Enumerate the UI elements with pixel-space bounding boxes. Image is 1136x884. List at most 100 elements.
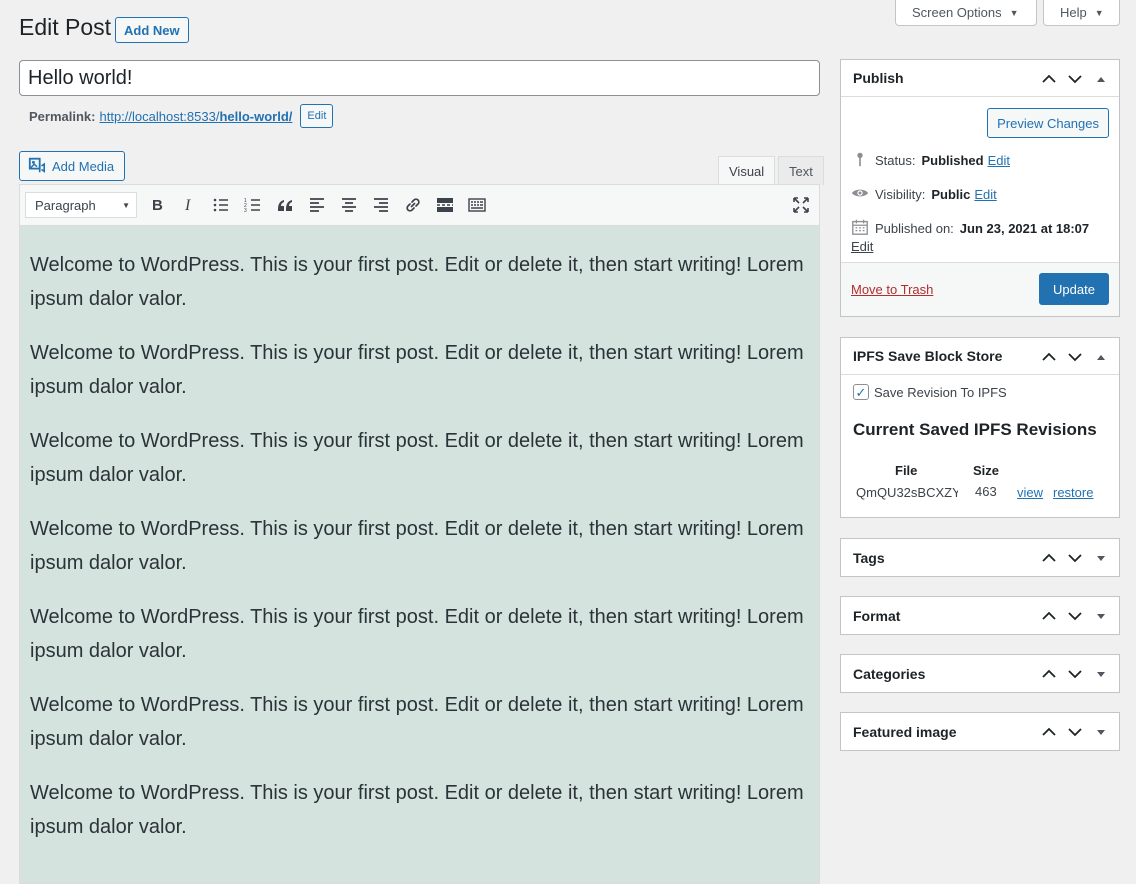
format-box-title: Format	[853, 607, 901, 624]
format-box: Format	[840, 596, 1120, 635]
preview-changes-button[interactable]: Preview Changes	[987, 108, 1109, 138]
tags-box: Tags	[840, 538, 1120, 577]
status-edit-link[interactable]: Edit	[988, 153, 1010, 168]
revision-size: 463	[975, 484, 997, 499]
move-up-icon[interactable]	[1039, 606, 1059, 626]
move-down-icon[interactable]	[1065, 664, 1085, 684]
editor-content[interactable]: Welcome to WordPress. This is your first…	[20, 226, 819, 844]
publish-box-title: Publish	[853, 70, 904, 86]
revisions-heading: Current Saved IPFS Revisions	[853, 420, 1097, 439]
visibility-label: Visibility:	[875, 187, 926, 202]
help-tab[interactable]: Help ▼	[1043, 0, 1120, 26]
pin-icon	[851, 150, 869, 171]
align-center-icon[interactable]	[333, 190, 365, 220]
move-up-icon[interactable]	[1039, 664, 1059, 684]
bold-icon[interactable]: B	[141, 190, 173, 220]
permalink-label: Permalink:	[29, 108, 96, 124]
italic-icon[interactable]: I	[173, 190, 205, 220]
add-new-button[interactable]: Add New	[115, 17, 189, 43]
tags-box-title: Tags	[853, 549, 885, 566]
svg-text:3: 3	[244, 208, 247, 214]
format-box-header[interactable]: Format	[841, 597, 1119, 634]
ipfs-box-header: IPFS Save Block Store	[841, 338, 1119, 375]
link-icon[interactable]	[397, 190, 429, 220]
collapse-toggle-icon[interactable]	[1091, 69, 1111, 89]
publish-box-header: Publish	[841, 60, 1119, 97]
move-down-icon[interactable]	[1065, 606, 1085, 626]
move-up-icon[interactable]	[1039, 722, 1059, 742]
move-up-icon[interactable]	[1039, 69, 1059, 89]
read-more-icon[interactable]	[429, 190, 461, 220]
bullet-list-icon[interactable]	[205, 190, 237, 220]
content-paragraph: Welcome to WordPress. This is your first…	[30, 606, 804, 662]
tab-text[interactable]: Text	[778, 156, 824, 185]
expand-toggle-icon[interactable]	[1091, 664, 1111, 684]
caret-down-icon: ▼	[122, 200, 130, 210]
content-paragraph: Welcome to WordPress. This is your first…	[30, 694, 804, 750]
content-paragraph: Welcome to WordPress. This is your first…	[30, 518, 804, 574]
content-paragraph: Welcome to WordPress. This is your first…	[30, 342, 804, 398]
move-up-icon[interactable]	[1039, 548, 1059, 568]
move-down-icon[interactable]	[1065, 347, 1085, 367]
add-media-label: Add Media	[52, 158, 115, 174]
save-revision-checkbox[interactable]: ✓	[853, 384, 869, 400]
expand-toggle-icon[interactable]	[1091, 548, 1111, 568]
content-paragraph: Welcome to WordPress. This is your first…	[30, 430, 804, 486]
caret-down-icon: ▼	[1009, 7, 1019, 18]
help-label: Help	[1060, 5, 1087, 20]
screen-options-tab[interactable]: Screen Options ▼	[895, 0, 1037, 26]
status-value: Published	[921, 153, 984, 168]
toolbar-toggle-icon[interactable]	[461, 190, 493, 220]
move-down-icon[interactable]	[1065, 548, 1085, 568]
post-title-input[interactable]: Hello world!	[19, 60, 820, 96]
editor: Paragraph ▼ B I 123 Welcome to WordPress…	[19, 184, 820, 884]
format-select-value: Paragraph	[35, 197, 96, 213]
move-to-trash-link[interactable]: Move to Trash	[851, 282, 933, 297]
add-media-icon	[28, 156, 46, 177]
page-title: Edit Post	[19, 14, 112, 40]
eye-icon	[851, 184, 869, 205]
tags-box-header[interactable]: Tags	[841, 539, 1119, 576]
status-row: Status: Published Edit	[851, 150, 1010, 171]
published-on-row: Published on: Jun 23, 2021 at 18:07	[851, 218, 1089, 239]
publish-actions: Move to Trash Update	[841, 262, 1119, 316]
move-down-icon[interactable]	[1065, 69, 1085, 89]
align-left-icon[interactable]	[301, 190, 333, 220]
visibility-value: Public	[931, 187, 971, 202]
revision-file: QmQU32sBCXZY	[856, 485, 958, 500]
featured-image-box-title: Featured image	[853, 723, 957, 740]
collapse-toggle-icon[interactable]	[1091, 347, 1111, 367]
ipfs-box: IPFS Save Block Store ✓ Save Revision To…	[840, 337, 1120, 518]
svg-text:I: I	[184, 197, 191, 214]
permalink-link[interactable]: http://localhost:8533/hello-world/	[99, 109, 292, 124]
content-paragraph: Welcome to WordPress. This is your first…	[30, 782, 804, 838]
update-button[interactable]: Update	[1039, 273, 1109, 305]
screen-options-label: Screen Options	[912, 5, 1002, 20]
align-right-icon[interactable]	[365, 190, 397, 220]
save-revision-row: ✓ Save Revision To IPFS	[853, 384, 1007, 400]
save-revision-label: Save Revision To IPFS	[874, 384, 1007, 400]
numbered-list-icon[interactable]: 123	[237, 190, 269, 220]
featured-image-box-header[interactable]: Featured image	[841, 713, 1119, 750]
status-label: Status:	[875, 153, 916, 168]
revision-view-link[interactable]: view	[1017, 485, 1043, 500]
move-up-icon[interactable]	[1039, 347, 1059, 367]
revision-restore-link[interactable]: restore	[1053, 485, 1093, 500]
column-header-size: Size	[973, 463, 1000, 478]
expand-toggle-icon[interactable]	[1091, 606, 1111, 626]
column-header-file: File	[895, 463, 918, 478]
add-media-button[interactable]: Add Media	[19, 151, 125, 181]
format-select[interactable]: Paragraph ▼	[25, 192, 137, 218]
move-down-icon[interactable]	[1065, 722, 1085, 742]
categories-box-header[interactable]: Categories	[841, 655, 1119, 692]
permalink-edit-button[interactable]: Edit	[300, 104, 334, 128]
fullscreen-icon[interactable]	[791, 195, 811, 215]
published-edit-link[interactable]: Edit	[851, 239, 873, 254]
blockquote-icon[interactable]	[269, 190, 301, 220]
categories-box: Categories	[840, 654, 1120, 693]
visibility-row: Visibility: Public Edit	[851, 184, 997, 205]
featured-image-box: Featured image	[840, 712, 1120, 751]
expand-toggle-icon[interactable]	[1091, 722, 1111, 742]
visibility-edit-link[interactable]: Edit	[974, 187, 996, 202]
tab-visual[interactable]: Visual	[718, 156, 776, 185]
